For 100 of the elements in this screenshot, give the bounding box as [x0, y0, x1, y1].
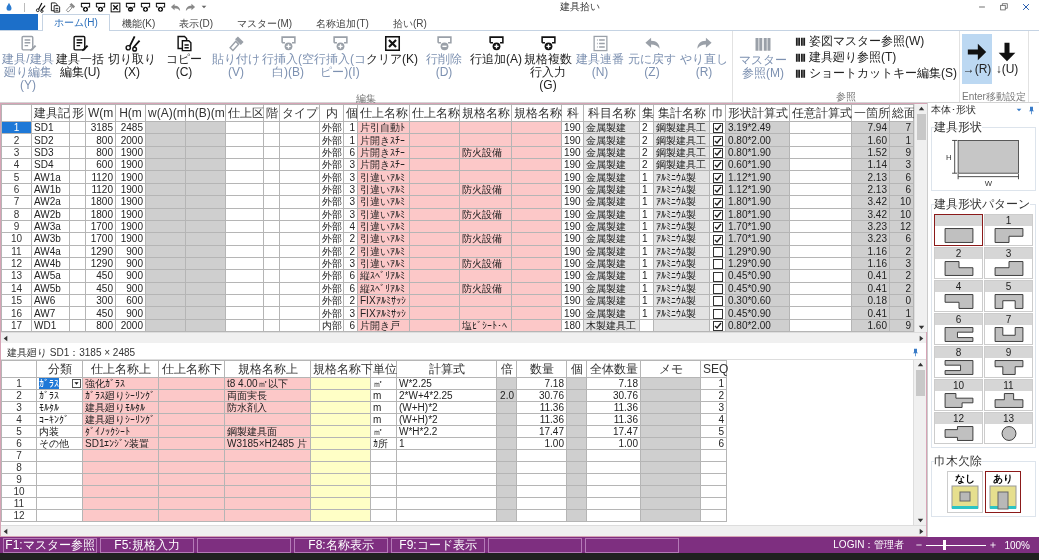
slider-thumb[interactable] — [943, 540, 947, 550]
copy-icon[interactable] — [50, 1, 61, 13]
ribbon-button[interactable]: 建具一括編集(U) — [54, 34, 106, 80]
ribbon-button[interactable]: 行追加(A) — [470, 34, 522, 67]
checkbox[interactable] — [712, 259, 723, 270]
caret-icon[interactable] — [1015, 106, 1023, 114]
checkbox[interactable] — [712, 135, 723, 146]
pattern-tile[interactable]: 7 — [984, 313, 1033, 345]
tray-plus-icon[interactable] — [95, 1, 106, 13]
table-cell: 190 — [561, 282, 584, 295]
checkbox[interactable] — [712, 296, 723, 307]
tray-plus-icon[interactable] — [155, 1, 166, 13]
tab[interactable]: マスター(M) — [225, 16, 305, 31]
checkbox[interactable] — [712, 234, 723, 245]
column-header: 全体数量 — [586, 360, 641, 378]
tab[interactable]: ホーム(H) — [42, 14, 110, 31]
checkbox[interactable] — [712, 160, 723, 171]
table-cell: 900 — [115, 257, 146, 270]
pattern-tile[interactable]: 10 — [934, 379, 983, 411]
baseboard-option[interactable]: なし — [946, 471, 983, 513]
table-cell: 外部 — [319, 269, 344, 283]
checkbox[interactable] — [712, 222, 723, 233]
ribbon-link[interactable]: ショートカットキー編集(S) — [795, 66, 957, 80]
scrollbar[interactable] — [1, 332, 926, 344]
ribbon-button[interactable]: クリア(K) — [366, 34, 418, 67]
scrollbar[interactable] — [1, 525, 926, 536]
ribbon-button[interactable]: 切り取り(X) — [106, 34, 158, 80]
arrow-right-icon[interactable] — [917, 526, 926, 536]
redo-icon[interactable] — [185, 1, 196, 13]
x-box-icon[interactable] — [110, 1, 121, 13]
checkbox[interactable] — [712, 123, 723, 134]
tray-plus-icon[interactable] — [80, 1, 91, 13]
tab[interactable]: 表示(D) — [167, 16, 226, 31]
function-key-button[interactable]: F5:規格入力 — [100, 537, 194, 553]
scrollbar-thumb[interactable] — [916, 114, 926, 140]
pattern-tile[interactable]: 2 — [934, 247, 983, 279]
arrow-left-icon[interactable] — [1, 333, 10, 343]
caret-icon[interactable] — [200, 3, 208, 11]
column-header: 形状計算式 — [725, 104, 790, 122]
close-icon[interactable] — [1021, 2, 1031, 12]
checkbox[interactable] — [712, 209, 723, 220]
arrow-up-icon[interactable] — [916, 104, 926, 113]
ribbon-button[interactable]: 規格複数行入力(G) — [522, 34, 574, 93]
minus-icon[interactable] — [915, 541, 924, 549]
table-cell: 900 — [115, 282, 146, 295]
checkbox[interactable] — [712, 284, 723, 295]
pattern-tile[interactable]: 3 — [984, 247, 1033, 279]
ribbon-button[interactable]: コピー(C) — [158, 34, 210, 80]
pattern-tile[interactable]: 6 — [934, 313, 983, 345]
table-cell: 30.76 — [586, 389, 641, 402]
arrow-left-icon[interactable] — [1, 526, 10, 536]
checkbox[interactable] — [712, 308, 723, 319]
checkbox[interactable] — [712, 197, 723, 208]
restore-icon[interactable] — [999, 2, 1009, 12]
arrow-right-icon[interactable] — [917, 333, 926, 343]
pattern-tile[interactable]: 4 — [934, 280, 983, 312]
column-header: h(B)(m — [185, 104, 226, 122]
ribbon-link[interactable]: 建具廻り参照(T) — [795, 50, 957, 64]
pattern-tile[interactable]: 13 — [984, 412, 1033, 444]
checkbox[interactable] — [712, 185, 723, 196]
pin-icon[interactable] — [1027, 105, 1036, 115]
tray-plus-icon[interactable] — [140, 1, 151, 13]
function-key-button[interactable]: F9:コード表示 — [391, 537, 485, 553]
pattern-tile[interactable]: 8 — [934, 346, 983, 378]
column-header: 仕上名称上 — [82, 360, 159, 378]
tab[interactable]: 名称追加(T) — [304, 16, 381, 31]
table-cell: 2 — [700, 389, 727, 402]
toggle-button[interactable]: ↓(U) — [992, 34, 1022, 84]
scrollbar-thumb[interactable] — [915, 370, 925, 397]
pattern-tile[interactable]: 9 — [984, 346, 1033, 378]
function-key-button[interactable]: F8:名称表示 — [294, 537, 388, 553]
table-cell: 800 — [85, 146, 116, 159]
pattern-tile[interactable]: 5 — [984, 280, 1033, 312]
row-number: 3 — [1, 401, 37, 414]
pattern-tile[interactable] — [934, 214, 983, 246]
baseboard-option[interactable]: あり — [984, 471, 1021, 513]
scissors-icon[interactable] — [35, 1, 46, 13]
checkbox[interactable] — [712, 246, 723, 257]
scrollbar[interactable] — [914, 104, 927, 333]
scrollbar[interactable] — [913, 360, 926, 525]
checkbox[interactable] — [712, 321, 723, 332]
pattern-tile[interactable]: 11 — [984, 379, 1033, 411]
plus-icon[interactable] — [989, 541, 998, 549]
checkbox[interactable] — [712, 172, 723, 183]
checkbox[interactable] — [712, 271, 723, 282]
table-cell: 450 — [85, 306, 116, 320]
pin-icon[interactable] — [911, 348, 920, 358]
ribbon-link[interactable]: 姿図マスター参照(W) — [795, 34, 957, 48]
pattern-tile[interactable]: 1 — [984, 214, 1033, 246]
table-cell: (W+H)*2 — [396, 413, 497, 426]
tab[interactable]: 機能(K) — [109, 16, 168, 31]
pattern-tile[interactable]: 12 — [934, 412, 983, 444]
tray-minus-icon[interactable] — [125, 1, 136, 13]
tab[interactable]: 拾い(R) — [380, 16, 439, 31]
checkbox[interactable] — [712, 148, 723, 159]
function-key-button[interactable]: F1:マスター参照 — [3, 537, 97, 553]
toggle-button[interactable]: →(R) — [962, 34, 992, 84]
droplet-icon[interactable] — [4, 2, 14, 12]
table-cell: 1 — [639, 195, 654, 208]
arrow-down-icon[interactable] — [915, 516, 925, 525]
